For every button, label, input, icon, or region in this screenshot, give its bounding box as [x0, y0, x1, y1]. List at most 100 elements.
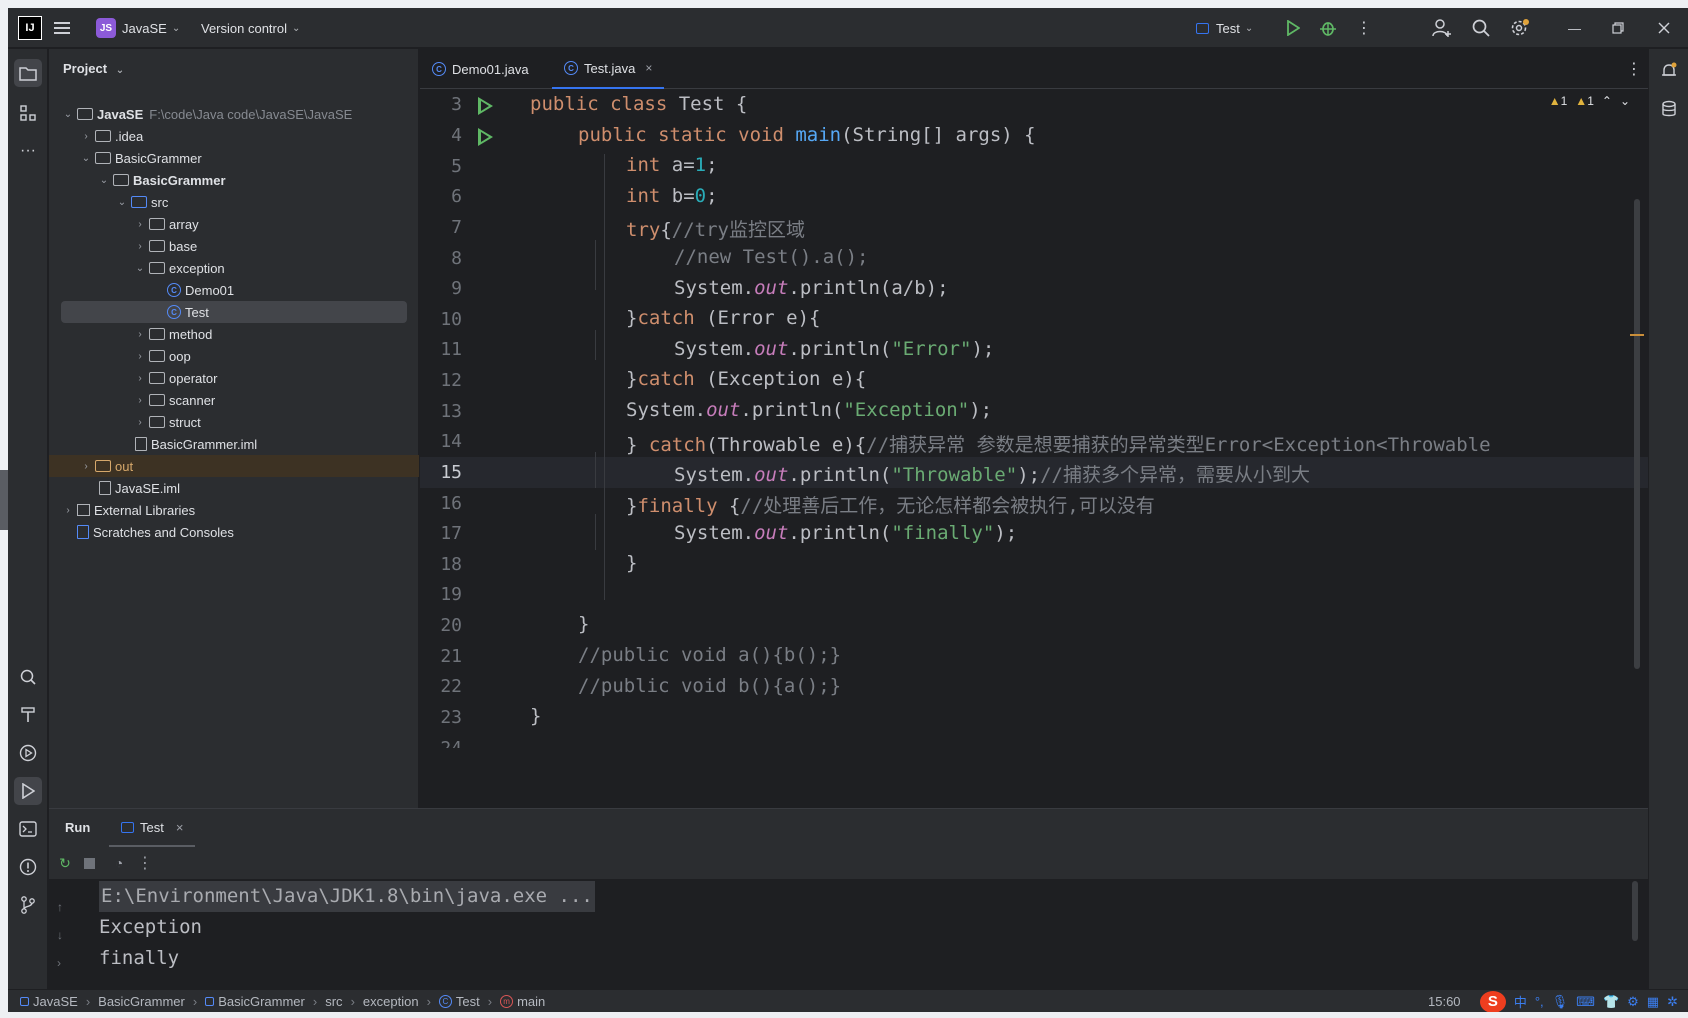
- tree-item-javase-iml[interactable]: JavaSE.iml: [49, 477, 419, 499]
- package-icon: [149, 328, 165, 340]
- close-tab-icon[interactable]: ×: [645, 61, 652, 75]
- tree-item-array[interactable]: › array: [49, 213, 419, 235]
- chevron-right-icon: ›: [138, 328, 142, 340]
- tree-item-scratches[interactable]: Scratches and Consoles: [49, 521, 419, 543]
- main-menu-button[interactable]: [54, 8, 70, 48]
- run-tab-test[interactable]: Test ×: [109, 809, 196, 847]
- grid-icon[interactable]: ▦: [1647, 994, 1659, 1010]
- tree-item-src[interactable]: ⌄ src: [49, 191, 419, 213]
- keyboard-icon[interactable]: ⌨: [1576, 994, 1595, 1010]
- chevron-right-icon: ›: [487, 993, 493, 1009]
- run-config-label: Test: [1216, 20, 1240, 36]
- run-gutter-icon[interactable]: [478, 97, 493, 115]
- project-panel-title[interactable]: Project ⌄: [63, 61, 124, 76]
- terminal-tool-button[interactable]: [14, 815, 42, 843]
- find-tool-button[interactable]: [14, 663, 42, 691]
- search-everywhere-button[interactable]: [1472, 8, 1490, 48]
- tabs-more-button[interactable]: ⋮: [1626, 49, 1642, 89]
- structure-tool-button[interactable]: [14, 99, 42, 127]
- run-config-selector[interactable]: Test ⌄: [1196, 8, 1253, 48]
- breadcrumb-item[interactable]: BasicGrammer: [218, 994, 305, 1009]
- chevron-down-icon: ⌄: [292, 22, 301, 34]
- chevron-down-icon: ⌄: [117, 196, 127, 208]
- breadcrumb-item[interactable]: BasicGrammer: [98, 994, 185, 1009]
- tree-item-demo01[interactable]: C Demo01: [49, 279, 419, 301]
- editor-panel: C Demo01.java C Test.java × ⋮ ▲1 ▲1 ⌃ ⌄: [420, 49, 1648, 808]
- chevron-right-icon: ›: [138, 416, 142, 428]
- stop-button[interactable]: [79, 853, 99, 873]
- code-area[interactable]: 3 4 5 6 7 8 9 10 11 12 13 14 15 16 17 18…: [420, 90, 1648, 808]
- breadcrumb-item[interactable]: exception: [363, 994, 419, 1009]
- vcs-selector[interactable]: Version control ⌄: [201, 8, 300, 48]
- console-scrollbar[interactable]: [1632, 881, 1638, 941]
- more-tools-button[interactable]: ···: [14, 137, 42, 165]
- caret-position[interactable]: 15:60: [1428, 994, 1461, 1009]
- tree-item-basicgrammer-module[interactable]: ⌄ BasicGrammer: [49, 169, 419, 191]
- settings-button[interactable]: [1510, 8, 1530, 48]
- more-icon[interactable]: ✲: [1667, 994, 1678, 1010]
- more-actions-button[interactable]: ⋮: [1356, 8, 1372, 48]
- code-line-15: System.out.println("Throwable");//捕获多个异常…: [674, 464, 1310, 486]
- restore-layout-button[interactable]: ◔: [109, 853, 129, 873]
- arrow-up-icon[interactable]: ↑: [57, 893, 63, 921]
- class-icon: C: [564, 61, 578, 75]
- run-button[interactable]: [1286, 8, 1300, 48]
- breadcrumb-item[interactable]: main: [517, 994, 545, 1009]
- debug-button[interactable]: [1320, 8, 1336, 48]
- tree-item-javase-root[interactable]: ⌄ JavaSE F:\code\Java code\JavaSE\JavaSE: [49, 103, 419, 125]
- run-gutter-icon[interactable]: [478, 128, 493, 146]
- git-tool-button[interactable]: [14, 891, 42, 919]
- breadcrumb-item[interactable]: src: [325, 994, 342, 1009]
- tree-item-label: struct: [169, 414, 201, 430]
- project-selector[interactable]: JS JavaSE ⌄: [96, 8, 180, 48]
- run-tool-button[interactable]: [14, 777, 42, 805]
- problems-tool-button[interactable]: [14, 853, 42, 881]
- warning-stripe-marker[interactable]: [1630, 334, 1644, 336]
- tree-item-struct[interactable]: › struct: [49, 411, 419, 433]
- tree-item-test[interactable]: C Test: [61, 301, 407, 323]
- tree-item-operator[interactable]: › operator: [49, 367, 419, 389]
- tree-item-oop[interactable]: › oop: [49, 345, 419, 367]
- ime-punct-label[interactable]: °,: [1535, 994, 1544, 1009]
- tree-item-base[interactable]: › base: [49, 235, 419, 257]
- tree-item-method[interactable]: › method: [49, 323, 419, 345]
- sogou-ime-icon[interactable]: S: [1479, 990, 1506, 1012]
- build-tool-button[interactable]: [14, 701, 42, 729]
- run-icon: [1287, 20, 1300, 36]
- rerun-button[interactable]: ↻: [55, 853, 75, 873]
- close-tab-icon[interactable]: ×: [176, 820, 184, 835]
- console-output[interactable]: E:\Environment\Java\JDK1.8\bin\java.exe …: [99, 881, 595, 974]
- database-button[interactable]: [1655, 95, 1683, 123]
- skin-icon[interactable]: 👕: [1603, 994, 1619, 1010]
- arrow-down-icon[interactable]: ↓: [57, 921, 63, 949]
- microphone-icon[interactable]: 🎙: [1552, 994, 1569, 1010]
- tree-item-label: BasicGrammer: [133, 172, 226, 188]
- breadcrumb-item[interactable]: Test: [456, 994, 480, 1009]
- tree-item-out[interactable]: › out: [49, 455, 419, 477]
- tree-item-scanner[interactable]: › scanner: [49, 389, 419, 411]
- run-more-button[interactable]: ⋮: [135, 853, 155, 873]
- tab-test[interactable]: C Test.java ×: [552, 49, 665, 89]
- minimize-button[interactable]: —: [1568, 8, 1581, 48]
- code-with-me-button[interactable]: [1432, 8, 1452, 48]
- tree-item-basicgrammer-iml[interactable]: BasicGrammer.iml: [49, 433, 419, 455]
- project-tool-button[interactable]: [14, 59, 42, 87]
- intellij-logo-icon[interactable]: IJ: [18, 16, 42, 40]
- tab-demo01[interactable]: C Demo01.java: [432, 49, 529, 89]
- line-number: 24: [420, 738, 462, 748]
- tree-item-external-libraries[interactable]: › External Libraries: [49, 499, 419, 521]
- toolbox-icon[interactable]: ⚙: [1627, 994, 1639, 1010]
- services-tool-button[interactable]: [14, 739, 42, 767]
- tree-item-basicgrammer-folder[interactable]: ⌄ BasicGrammer: [49, 147, 419, 169]
- ime-mode-label[interactable]: 中: [1514, 992, 1527, 1011]
- chevron-right-icon: ›: [84, 460, 88, 472]
- tree-item-exception[interactable]: ⌄ exception: [49, 257, 419, 279]
- chevron-right-icon[interactable]: ›: [57, 949, 63, 977]
- restore-button[interactable]: [1612, 8, 1624, 48]
- editor-scrollbar[interactable]: [1634, 199, 1640, 669]
- close-window-button[interactable]: [1658, 8, 1670, 48]
- module-folder-icon: [77, 108, 93, 120]
- tree-item-idea[interactable]: › .idea: [49, 125, 419, 147]
- breadcrumb-item[interactable]: JavaSE: [33, 994, 78, 1009]
- notifications-button[interactable]: [1655, 57, 1683, 85]
